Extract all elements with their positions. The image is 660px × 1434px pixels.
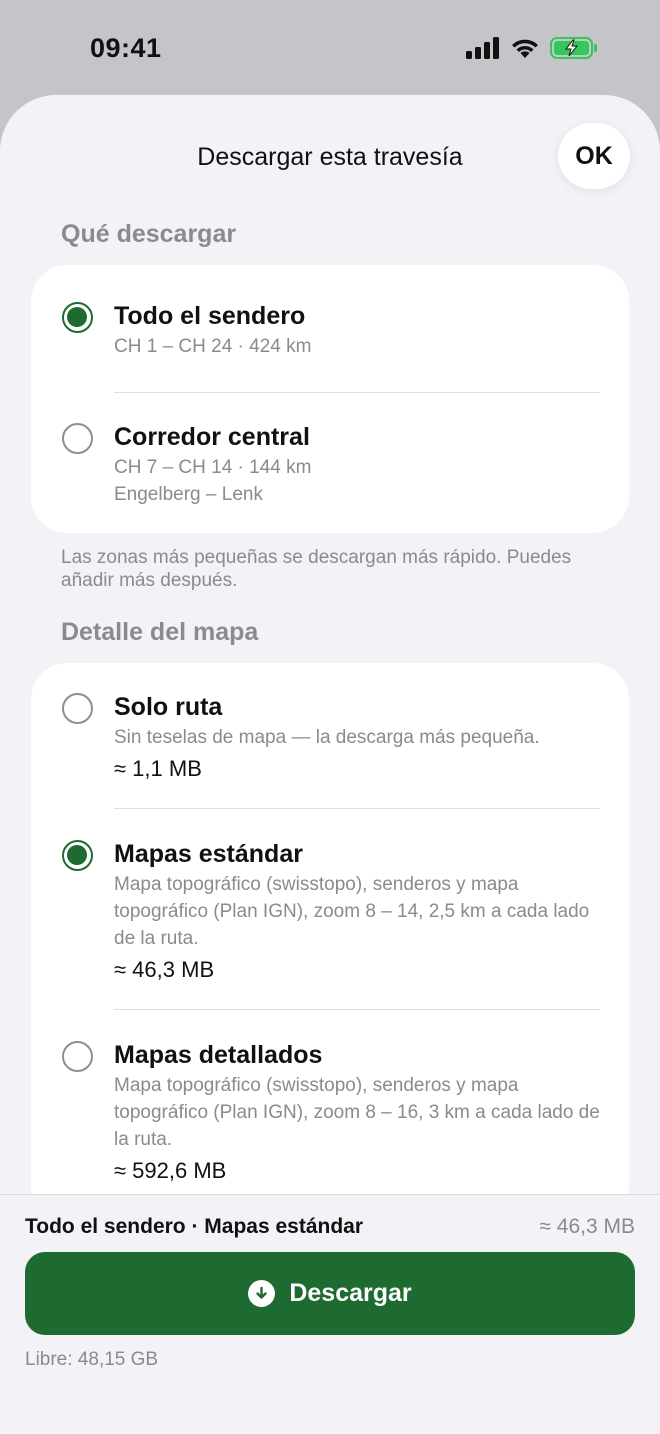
download-arrow-icon [248, 1280, 276, 1307]
option-size: ≈ 46,3 MB [114, 957, 215, 982]
cellular-signal-icon [466, 37, 499, 59]
radio-selected-icon[interactable] [62, 840, 93, 871]
download-button-label: Descargar [289, 1279, 412, 1307]
option-title: Corredor central [114, 423, 310, 451]
free-space-label: Libre: 48,15 GB [25, 1349, 159, 1370]
radio-unselected-icon[interactable] [62, 423, 93, 454]
status-icons [466, 37, 598, 59]
option-title: Mapas estándar [114, 840, 303, 868]
area-option-central-corridor[interactable]: Corredor central CH 7 – CH 14 · 144 km E… [31, 393, 629, 533]
option-description: Mapa topográfico (swisstopo), senderos y… [114, 874, 590, 949]
detail-option-detailed-maps[interactable]: Mapas detallados Mapa topográfico (swiss… [31, 1010, 629, 1223]
download-button[interactable]: Descargar [25, 1252, 635, 1335]
option-title: Todo el sendero [114, 302, 306, 330]
ok-button[interactable]: OK [558, 123, 630, 189]
status-bar: 09:41 [0, 0, 660, 95]
radio-selected-icon[interactable] [62, 302, 93, 333]
option-description: Sin teselas de mapa — la descarga más pe… [114, 727, 540, 748]
option-subtitle-2: Engelberg – Lenk [114, 484, 263, 505]
option-description: Mapa topográfico (swisstopo), senderos y… [114, 1075, 600, 1150]
area-options-card: Todo el sendero CH 1 – CH 24 · 424 km Co… [31, 265, 629, 533]
section-label-detail: Detalle del mapa [61, 618, 259, 646]
option-title: Mapas detallados [114, 1041, 323, 1069]
option-title: Solo ruta [114, 693, 223, 721]
selection-summary: Todo el sendero · Mapas estándar [25, 1215, 364, 1238]
battery-charging-icon [550, 37, 597, 59]
wifi-icon [512, 39, 538, 58]
section-label-what: Qué descargar [61, 220, 237, 248]
area-footnote: Las zonas más pequeñas se descargan más … [61, 547, 572, 591]
download-bottom-bar: Todo el sendero · Mapas estándar ≈ 46,3 … [0, 1194, 660, 1434]
option-subtitle: CH 1 – CH 24 · 424 km [114, 336, 312, 357]
option-size: ≈ 1,1 MB [114, 756, 202, 781]
radio-unselected-icon[interactable] [62, 693, 93, 724]
selection-size: ≈ 46,3 MB [539, 1215, 635, 1238]
option-subtitle: CH 7 – CH 14 · 144 km [114, 457, 312, 478]
detail-option-standard-maps[interactable]: Mapas estándar Mapa topográfico (swissto… [31, 809, 629, 1010]
status-time: 09:41 [90, 33, 162, 63]
download-sheet: Descargar esta travesía OK Qué descargar… [0, 95, 660, 1434]
detail-options-card: Solo ruta Sin teselas de mapa — la desca… [31, 663, 629, 1223]
detail-option-route-only[interactable]: Solo ruta Sin teselas de mapa — la desca… [31, 663, 629, 809]
area-option-full-trail[interactable]: Todo el sendero CH 1 – CH 24 · 424 km [31, 265, 629, 393]
radio-unselected-icon[interactable] [62, 1041, 93, 1072]
option-size: ≈ 592,6 MB [114, 1158, 227, 1183]
